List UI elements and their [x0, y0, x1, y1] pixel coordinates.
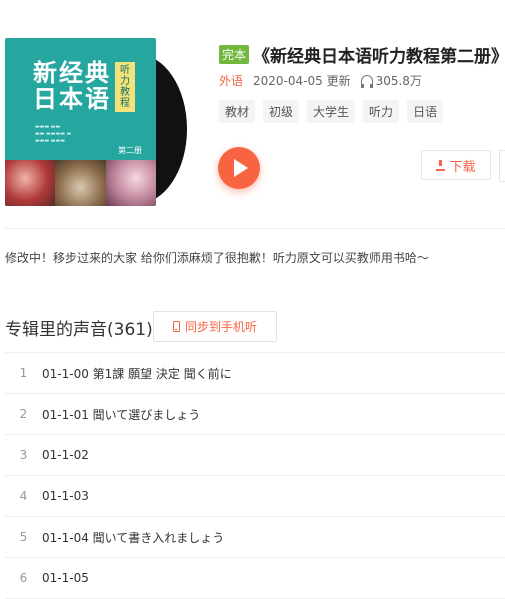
album-cover: 新经典 日本语 听力教程 ▬▬▬ ▬▬ ▬▬ ▬▬▬▬ ▬ ▬▬▬ ▬▬▬ 第二册: [5, 38, 187, 208]
album-title-row: 完本 《新经典日本语听力教程第二册》: [219, 42, 505, 67]
play-count: 305.8万: [360, 72, 422, 89]
cover-art: 新经典 日本语 听力教程 ▬▬▬ ▬▬ ▬▬ ▬▬▬▬ ▬ ▬▬▬ ▬▬▬ 第二册: [5, 38, 156, 206]
headphone-icon: [360, 75, 373, 88]
tag[interactable]: 初级: [263, 100, 300, 123]
tag[interactable]: 日语: [407, 100, 444, 123]
cover-photo-blossom: [105, 160, 156, 206]
track-title[interactable]: 01-1-00 第1課 願望 決定 聞く前に: [42, 365, 232, 382]
category-link[interactable]: 外语: [219, 72, 243, 89]
status-badge: 完本: [219, 45, 250, 64]
download-icon: [436, 160, 446, 171]
sync-label: 同步到手机听: [184, 320, 257, 334]
tag[interactable]: 教材: [219, 100, 256, 123]
cover-decorative-lines: ▬▬▬ ▬▬ ▬▬ ▬▬▬▬ ▬ ▬▬▬ ▬▬▬: [35, 124, 72, 144]
track-number: 3: [19, 448, 28, 462]
track-number: 2: [19, 407, 28, 421]
track-row[interactable]: 6 01-1-05: [5, 558, 505, 599]
track-row[interactable]: 4 01-1-03: [5, 476, 505, 517]
album-meta: 外语 2020-04-05 更新 305.8万: [219, 72, 422, 89]
play-count-value: 305.8万: [375, 74, 422, 88]
tag[interactable]: 大学生: [307, 100, 356, 123]
cover-photos: [5, 160, 156, 206]
track-title[interactable]: 01-1-02: [42, 448, 89, 462]
play-icon: [234, 159, 248, 177]
cover-photo-flowers: [5, 160, 56, 206]
more-button[interactable]: [499, 150, 505, 182]
album-intro: 修改中！移步过来的大家 给你们添麻烦了很抱歉！听力原文可以买教师用书哈～: [5, 251, 429, 265]
track-number: 1: [19, 366, 28, 380]
download-label: 下载: [449, 159, 476, 175]
track-number: 4: [19, 489, 28, 503]
track-row[interactable]: 2 01-1-01 聞いて選びましょう: [5, 394, 505, 435]
download-button[interactable]: 下载: [421, 150, 491, 180]
track-number: 5: [19, 530, 28, 544]
track-row[interactable]: 3 01-1-02: [5, 435, 505, 476]
tracks-heading: 专辑里的声音(361): [5, 320, 153, 340]
cover-subtitle: 听力教程: [115, 62, 135, 112]
play-button[interactable]: [218, 147, 260, 189]
cover-volume: 第二册: [118, 146, 142, 155]
phone-icon: [172, 321, 180, 332]
track-title[interactable]: 01-1-03: [42, 489, 89, 503]
track-row[interactable]: 5 01-1-04 聞いて書き入れましょう: [5, 517, 505, 558]
update-date: 2020-04-05 更新: [253, 74, 351, 88]
divider: [5, 228, 505, 229]
track-title[interactable]: 01-1-05: [42, 571, 89, 585]
track-list: 1 01-1-00 第1課 願望 決定 聞く前に 2 01-1-01 聞いて選び…: [5, 352, 505, 599]
tag[interactable]: 听力: [363, 100, 400, 123]
album-title: 《新经典日本语听力教程第二册》: [253, 47, 505, 67]
cover-title: 新经典 日本语: [33, 58, 111, 113]
tag-list: 教材 初级 大学生 听力 日语: [219, 100, 444, 123]
track-row[interactable]: 1 01-1-00 第1課 願望 決定 聞く前に: [5, 353, 505, 394]
track-title[interactable]: 01-1-04 聞いて書き入れましょう: [42, 529, 224, 546]
track-title[interactable]: 01-1-01 聞いて選びましょう: [42, 406, 200, 423]
sync-to-phone-button[interactable]: 同步到手机听: [153, 311, 277, 342]
track-number: 6: [19, 571, 28, 585]
cover-photo-teapot: [55, 160, 106, 206]
